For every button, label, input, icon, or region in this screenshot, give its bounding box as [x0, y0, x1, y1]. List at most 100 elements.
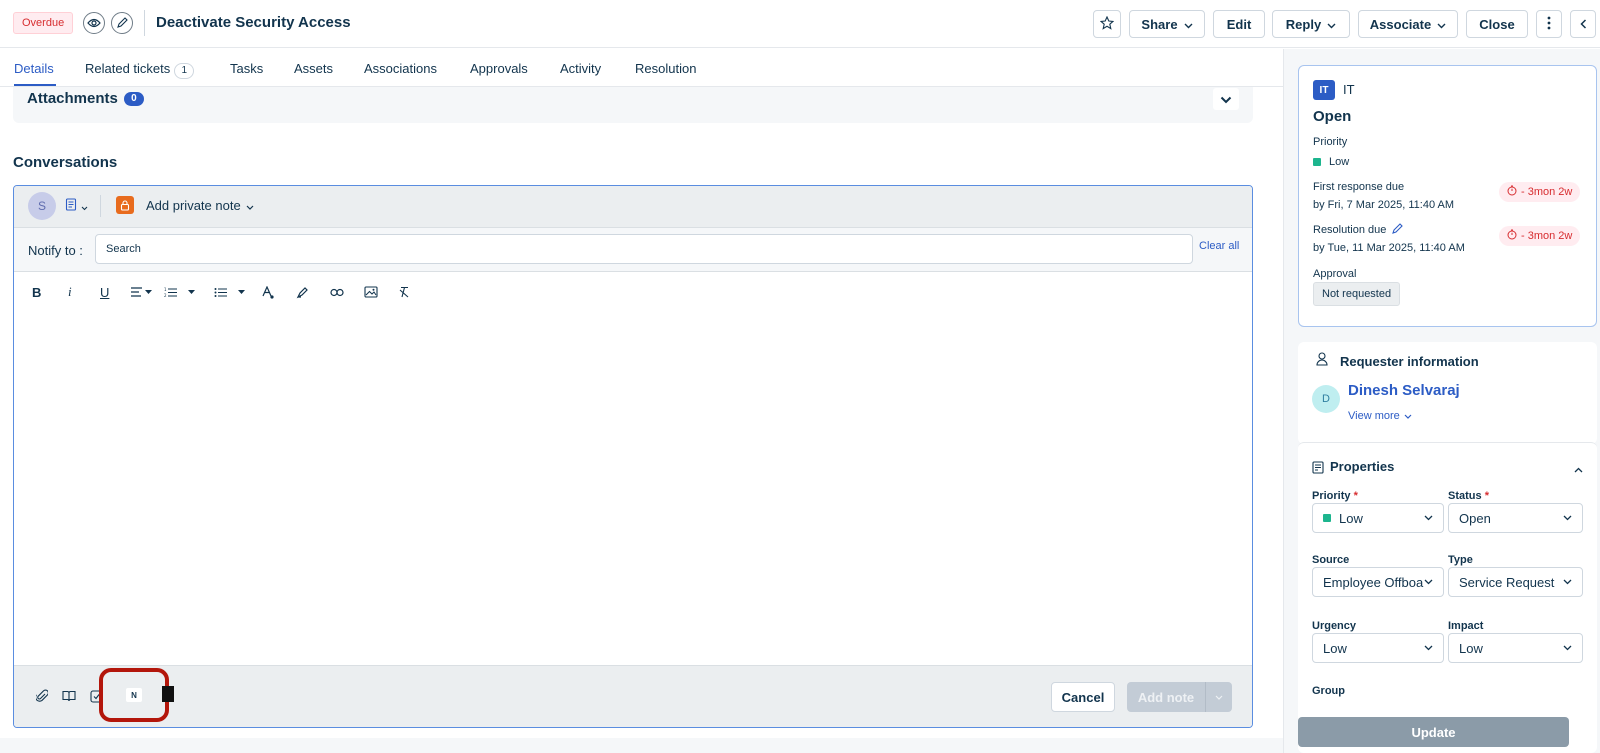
tab-approvals[interactable]: Approvals [470, 61, 528, 76]
header-divider [144, 10, 145, 36]
edit-button-label: Edit [1226, 16, 1252, 32]
chevron-down-icon [1184, 17, 1193, 32]
group-name: IT [1343, 82, 1355, 97]
impact-select-value: Low [1459, 640, 1483, 656]
tab-associations[interactable]: Associations [364, 61, 437, 76]
align-icon[interactable] [130, 282, 152, 302]
attachments-section[interactable]: Attachments 0 [13, 87, 1253, 123]
properties-card: Properties Priority * Low Status * Open … [1298, 442, 1597, 753]
first-response-pill-text: - 3mon 2w [1521, 186, 1573, 198]
share-button[interactable]: Share [1129, 10, 1205, 38]
tab-details[interactable]: Details [14, 61, 54, 76]
editor-footer: N Cancel Add note [14, 665, 1252, 727]
note-type-dropdown[interactable]: Add private note [146, 198, 254, 213]
underline-icon[interactable]: U [100, 282, 109, 302]
urgency-select-value: Low [1323, 640, 1347, 656]
chevron-up-icon[interactable] [1574, 461, 1583, 476]
page-title: Deactivate Security Access [156, 14, 351, 31]
avatar: S [28, 192, 56, 220]
svg-text:1: 1 [164, 287, 167, 292]
source-select[interactable]: Employee Offboarding [1312, 567, 1444, 597]
cancel-button[interactable]: Cancel [1051, 682, 1115, 712]
kebab-icon [1547, 16, 1551, 33]
editor-header: S Add private note [14, 186, 1252, 228]
favorite-button[interactable] [1093, 10, 1121, 38]
italic-icon[interactable]: i [68, 282, 72, 302]
clear-format-icon[interactable] [398, 282, 410, 302]
priority-low-indicator [1313, 158, 1321, 166]
add-note-label: Add note [1137, 689, 1195, 705]
resolution-label-text: Resolution due [1313, 224, 1387, 236]
requester-name-link[interactable]: Dinesh Selvaraj [1348, 382, 1460, 399]
type-select[interactable]: Service Request [1448, 567, 1583, 597]
pencil-icon [116, 16, 128, 31]
priority-select[interactable]: Low [1312, 503, 1444, 533]
n-icon[interactable]: N [126, 688, 142, 702]
status-select[interactable]: Open [1448, 503, 1583, 533]
numbered-list-icon[interactable]: 12 [164, 282, 195, 302]
person-icon [1316, 352, 1328, 369]
resolution-due-label: Resolution due [1313, 223, 1404, 237]
chevron-down-icon [1563, 515, 1572, 521]
bold-icon[interactable]: B [32, 282, 41, 302]
book-icon[interactable] [61, 688, 77, 704]
source-field-label: Source [1312, 554, 1350, 566]
reply-button[interactable]: Reply [1272, 10, 1350, 38]
tab-resolution[interactable]: Resolution [635, 61, 696, 76]
svg-text:2: 2 [164, 293, 167, 298]
close-ticket-button[interactable]: Close [1466, 10, 1528, 38]
attachments-label: Attachments [27, 90, 118, 107]
chevron-down-icon [246, 198, 254, 213]
tab-tasks[interactable]: Tasks [230, 61, 263, 76]
tab-related-tickets[interactable]: Related tickets 1 [85, 61, 195, 79]
impact-select[interactable]: Low [1448, 633, 1583, 663]
chevron-down-icon [1437, 17, 1446, 32]
add-note-button[interactable]: Add note [1127, 682, 1232, 712]
impact-field-label: Impact [1448, 620, 1484, 632]
ticket-sidebar: IT IT Open Priority Low First response d… [1283, 49, 1600, 753]
update-button[interactable]: Update [1298, 717, 1569, 747]
edit-button[interactable]: Edit [1213, 10, 1265, 38]
collapse-sidebar-button[interactable] [1570, 10, 1596, 38]
paperclip-icon[interactable] [34, 688, 50, 704]
avatar: D [1312, 385, 1340, 413]
properties-icon [1312, 461, 1325, 477]
approval-label: Approval [1313, 268, 1357, 280]
text-color-icon[interactable] [262, 282, 274, 302]
attachments-toggle[interactable] [1213, 88, 1239, 110]
chevron-down-icon [1563, 579, 1572, 585]
properties-heading: Properties [1330, 459, 1395, 474]
tab-assets[interactable]: Assets [294, 61, 333, 76]
highlight-icon[interactable] [296, 282, 309, 302]
reply-button-label: Reply [1285, 16, 1322, 32]
first-response-label: First response due [1313, 181, 1405, 193]
chevron-down-icon [1424, 645, 1433, 651]
bullet-list-icon[interactable] [214, 282, 245, 302]
watch-button[interactable] [83, 12, 105, 34]
ticket-tabs: Details Related tickets 1 Tasks Assets As… [0, 49, 1283, 87]
chevron-down-icon[interactable] [1206, 695, 1232, 700]
conversations-heading: Conversations [13, 154, 118, 171]
priority-field-label-text: Priority [1312, 490, 1351, 502]
tab-related-tickets-label: Related tickets [85, 61, 171, 76]
tab-activity[interactable]: Activity [560, 61, 601, 76]
more-actions-button[interactable] [1536, 10, 1562, 38]
view-more-link[interactable]: View more [1348, 410, 1412, 422]
priority-label: Priority [1313, 136, 1348, 148]
edit-subject-button[interactable] [111, 12, 133, 34]
note-type-label: Add private note [146, 198, 241, 213]
pencil-icon[interactable] [1392, 223, 1404, 237]
eye-icon [87, 16, 101, 31]
main-bottom-strip [0, 738, 1283, 753]
image-icon[interactable] [364, 282, 378, 302]
clear-all-link[interactable]: Clear all [1199, 240, 1239, 252]
notify-search-input[interactable]: Search [95, 234, 1193, 264]
type-select-value: Service Request [1459, 574, 1555, 590]
template-dropdown[interactable] [65, 198, 88, 214]
view-more-label: View more [1348, 410, 1400, 422]
ticket-header: Overdue Deactivate Security Access Share… [0, 0, 1600, 48]
associate-button[interactable]: Associate [1358, 10, 1458, 38]
link-icon[interactable] [330, 282, 344, 302]
urgency-select[interactable]: Low [1312, 633, 1444, 663]
chevron-down-icon [1220, 92, 1232, 107]
